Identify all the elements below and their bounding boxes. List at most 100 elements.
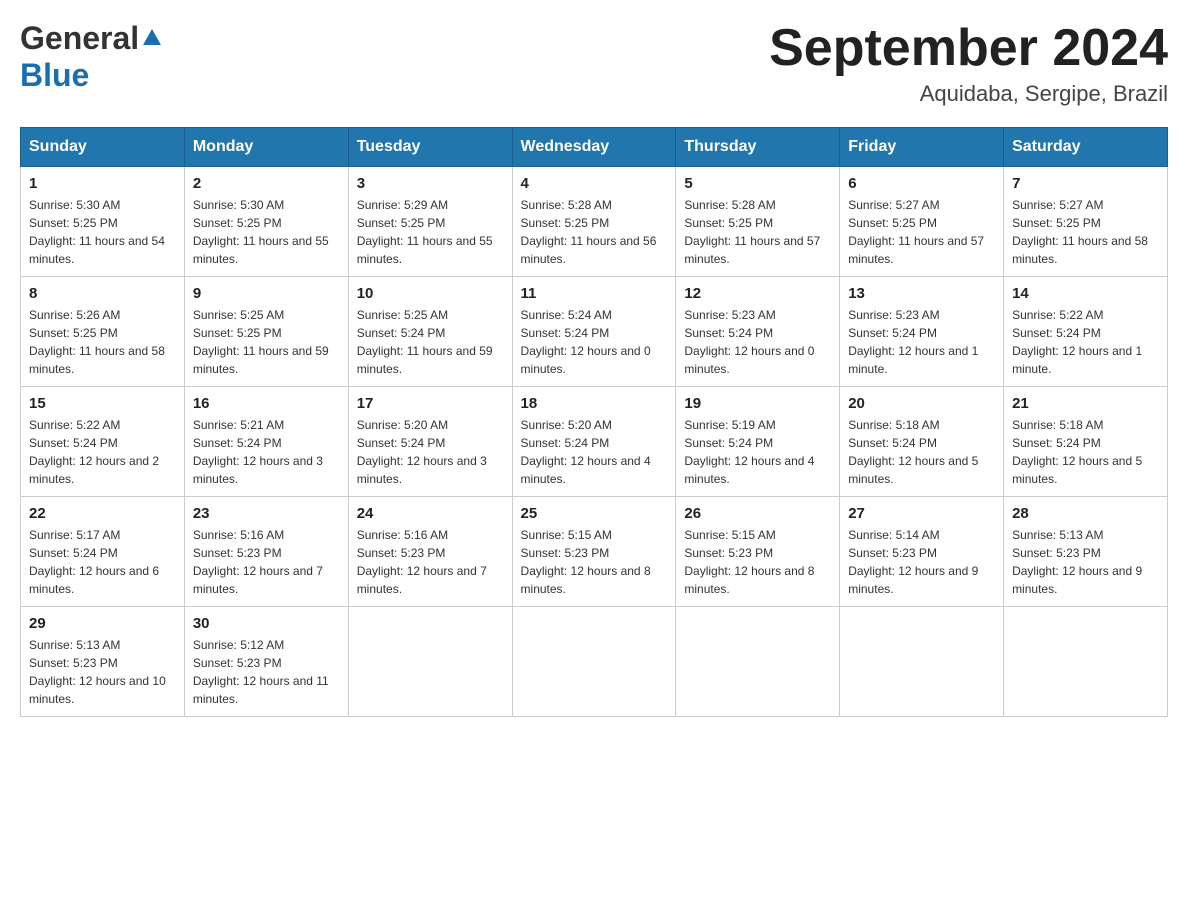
calendar-week-5: 29 Sunrise: 5:13 AMSunset: 5:23 PMDayligh… <box>21 607 1168 717</box>
table-row: 26Sunrise: 5:15 AMSunset: 5:23 PMDayligh… <box>676 497 840 607</box>
day-info: Sunrise: 5:15 AMSunset: 5:23 PMDaylight:… <box>521 526 668 598</box>
day-number: 29 <box>29 615 176 632</box>
day-number: 20 <box>848 395 995 412</box>
day-number: 28 <box>1012 505 1159 522</box>
table-row: 29 Sunrise: 5:13 AMSunset: 5:23 PMDayligh… <box>21 607 185 717</box>
table-row: 15 Sunrise: 5:22 AMSunset: 5:24 PMDayligh… <box>21 387 185 497</box>
table-row: 4 Sunrise: 5:28 AMSunset: 5:25 PMDaylight… <box>512 167 676 277</box>
calendar-week-4: 22Sunrise: 5:17 AMSunset: 5:24 PMDayligh… <box>21 497 1168 607</box>
day-number: 13 <box>848 285 995 302</box>
day-number: 4 <box>521 175 668 192</box>
title-block: September 2024 Aquidaba, Sergipe, Brazil <box>769 20 1168 107</box>
table-row: 23 Sunrise: 5:16 AMSunset: 5:23 PMDayligh… <box>184 497 348 607</box>
day-info: Sunrise: 5:28 AMSunset: 5:25 PMDaylight:… <box>684 196 831 268</box>
table-row <box>840 607 1004 717</box>
day-info: Sunrise: 5:22 AMSunset: 5:24 PMDaylight:… <box>29 416 176 488</box>
day-info: Sunrise: 5:18 AMSunset: 5:24 PMDaylight:… <box>1012 416 1159 488</box>
day-info: Sunrise: 5:16 AMSunset: 5:23 PMDaylight:… <box>357 526 504 598</box>
col-saturday: Saturday <box>1004 128 1168 167</box>
day-number: 25 <box>521 505 668 522</box>
day-info: Sunrise: 5:25 AMSunset: 5:25 PMDaylight:… <box>193 306 340 378</box>
table-row: 8 Sunrise: 5:26 AMSunset: 5:25 PMDaylight… <box>21 277 185 387</box>
logo: General Blue <box>20 20 162 94</box>
page-header: General Blue September 2024 Aquidaba, Se… <box>20 20 1168 107</box>
day-number: 6 <box>848 175 995 192</box>
day-number: 14 <box>1012 285 1159 302</box>
day-number: 8 <box>29 285 176 302</box>
day-info: Sunrise: 5:26 AMSunset: 5:25 PMDaylight:… <box>29 306 176 378</box>
day-number: 5 <box>684 175 831 192</box>
table-row: 14 Sunrise: 5:22 AMSunset: 5:24 PMDayligh… <box>1004 277 1168 387</box>
table-row: 22Sunrise: 5:17 AMSunset: 5:24 PMDayligh… <box>21 497 185 607</box>
day-info: Sunrise: 5:27 AMSunset: 5:25 PMDaylight:… <box>1012 196 1159 268</box>
table-row: 7Sunrise: 5:27 AMSunset: 5:25 PMDaylight… <box>1004 167 1168 277</box>
table-row: 19Sunrise: 5:19 AMSunset: 5:24 PMDayligh… <box>676 387 840 497</box>
table-row: 18 Sunrise: 5:20 AMSunset: 5:24 PMDayligh… <box>512 387 676 497</box>
page-subtitle: Aquidaba, Sergipe, Brazil <box>769 81 1168 107</box>
day-info: Sunrise: 5:23 AMSunset: 5:24 PMDaylight:… <box>684 306 831 378</box>
day-info: Sunrise: 5:16 AMSunset: 5:23 PMDaylight:… <box>193 526 340 598</box>
day-info: Sunrise: 5:30 AMSunset: 5:25 PMDaylight:… <box>29 196 176 268</box>
table-row: 27 Sunrise: 5:14 AMSunset: 5:23 PMDayligh… <box>840 497 1004 607</box>
table-row <box>676 607 840 717</box>
day-info: Sunrise: 5:24 AMSunset: 5:24 PMDaylight:… <box>521 306 668 378</box>
day-info: Sunrise: 5:19 AMSunset: 5:24 PMDaylight:… <box>684 416 831 488</box>
calendar-table: Sunday Monday Tuesday Wednesday Thursday… <box>20 127 1168 717</box>
table-row: 3 Sunrise: 5:29 AMSunset: 5:25 PMDaylight… <box>348 167 512 277</box>
col-wednesday: Wednesday <box>512 128 676 167</box>
day-info: Sunrise: 5:20 AMSunset: 5:24 PMDaylight:… <box>357 416 504 488</box>
table-row: 24Sunrise: 5:16 AMSunset: 5:23 PMDayligh… <box>348 497 512 607</box>
table-row: 28 Sunrise: 5:13 AMSunset: 5:23 PMDayligh… <box>1004 497 1168 607</box>
col-monday: Monday <box>184 128 348 167</box>
day-info: Sunrise: 5:18 AMSunset: 5:24 PMDaylight:… <box>848 416 995 488</box>
day-info: Sunrise: 5:22 AMSunset: 5:24 PMDaylight:… <box>1012 306 1159 378</box>
calendar-week-1: 1 Sunrise: 5:30 AMSunset: 5:25 PMDaylight… <box>21 167 1168 277</box>
day-info: Sunrise: 5:28 AMSunset: 5:25 PMDaylight:… <box>521 196 668 268</box>
day-info: Sunrise: 5:20 AMSunset: 5:24 PMDaylight:… <box>521 416 668 488</box>
table-row: 13 Sunrise: 5:23 AMSunset: 5:24 PMDayligh… <box>840 277 1004 387</box>
day-info: Sunrise: 5:25 AMSunset: 5:24 PMDaylight:… <box>357 306 504 378</box>
table-row: 25 Sunrise: 5:15 AMSunset: 5:23 PMDayligh… <box>512 497 676 607</box>
day-number: 27 <box>848 505 995 522</box>
day-number: 23 <box>193 505 340 522</box>
day-number: 16 <box>193 395 340 412</box>
day-number: 1 <box>29 175 176 192</box>
day-info: Sunrise: 5:15 AMSunset: 5:23 PMDaylight:… <box>684 526 831 598</box>
table-row: 9 Sunrise: 5:25 AMSunset: 5:25 PMDaylight… <box>184 277 348 387</box>
day-info: Sunrise: 5:13 AMSunset: 5:23 PMDaylight:… <box>29 636 176 708</box>
table-row: 12 Sunrise: 5:23 AMSunset: 5:24 PMDayligh… <box>676 277 840 387</box>
day-number: 9 <box>193 285 340 302</box>
day-number: 15 <box>29 395 176 412</box>
day-number: 10 <box>357 285 504 302</box>
logo-triangle-icon <box>142 28 162 51</box>
col-sunday: Sunday <box>21 128 185 167</box>
table-row <box>348 607 512 717</box>
day-number: 18 <box>521 395 668 412</box>
day-number: 17 <box>357 395 504 412</box>
day-info: Sunrise: 5:29 AMSunset: 5:25 PMDaylight:… <box>357 196 504 268</box>
table-row: 1 Sunrise: 5:30 AMSunset: 5:25 PMDaylight… <box>21 167 185 277</box>
day-number: 30 <box>193 615 340 632</box>
col-thursday: Thursday <box>676 128 840 167</box>
calendar-week-3: 15 Sunrise: 5:22 AMSunset: 5:24 PMDayligh… <box>21 387 1168 497</box>
table-row <box>512 607 676 717</box>
day-info: Sunrise: 5:12 AMSunset: 5:23 PMDaylight:… <box>193 636 340 708</box>
table-row: 11 Sunrise: 5:24 AMSunset: 5:24 PMDayligh… <box>512 277 676 387</box>
day-number: 2 <box>193 175 340 192</box>
table-row: 5 Sunrise: 5:28 AMSunset: 5:25 PMDaylight… <box>676 167 840 277</box>
table-row <box>1004 607 1168 717</box>
table-row: 10 Sunrise: 5:25 AMSunset: 5:24 PMDayligh… <box>348 277 512 387</box>
day-info: Sunrise: 5:13 AMSunset: 5:23 PMDaylight:… <box>1012 526 1159 598</box>
table-row: 2Sunrise: 5:30 AMSunset: 5:25 PMDaylight… <box>184 167 348 277</box>
day-number: 3 <box>357 175 504 192</box>
day-info: Sunrise: 5:14 AMSunset: 5:23 PMDaylight:… <box>848 526 995 598</box>
col-tuesday: Tuesday <box>348 128 512 167</box>
logo-blue-text: Blue <box>20 57 89 93</box>
table-row: 30 Sunrise: 5:12 AMSunset: 5:23 PMDayligh… <box>184 607 348 717</box>
table-row: 17 Sunrise: 5:20 AMSunset: 5:24 PMDayligh… <box>348 387 512 497</box>
day-number: 12 <box>684 285 831 302</box>
day-number: 11 <box>521 285 668 302</box>
day-info: Sunrise: 5:23 AMSunset: 5:24 PMDaylight:… <box>848 306 995 378</box>
day-info: Sunrise: 5:17 AMSunset: 5:24 PMDaylight:… <box>29 526 176 598</box>
table-row: 20 Sunrise: 5:18 AMSunset: 5:24 PMDayligh… <box>840 387 1004 497</box>
